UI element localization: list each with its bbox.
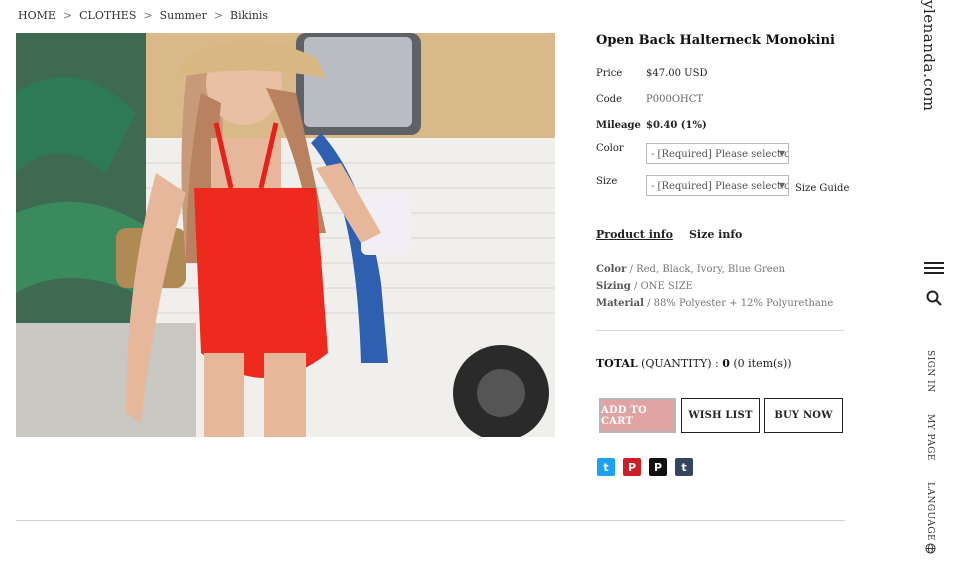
tab-size-info[interactable]: Size info [689, 228, 742, 241]
chevron-right-icon: > [143, 9, 153, 22]
product-tabs: Product info Size info [596, 228, 742, 241]
divider [596, 330, 844, 331]
spec-sizing-key: Sizing [596, 281, 631, 292]
spec-color-value: / Red, Black, Ivory, Blue Green [629, 264, 786, 275]
total-qty-label: (QUANTITY) : [641, 357, 719, 370]
language-link[interactable]: LANGUAGE [925, 482, 935, 541]
size-label: Size [596, 176, 618, 187]
breadcrumb-home[interactable]: HOME [18, 9, 56, 22]
globe-icon[interactable] [925, 543, 936, 554]
color-select-value: - [Required] Please select opt [651, 149, 789, 160]
add-to-cart-button[interactable]: ADD TO CART [599, 398, 676, 433]
code-value: P000OHCT [646, 94, 704, 105]
price-value: $47.00 USD [646, 68, 708, 79]
size-select-value: - [Required] Please select opt [651, 181, 789, 192]
sign-in-link[interactable]: SIGN IN [925, 350, 935, 393]
pinterest-icon[interactable]: P [623, 458, 641, 476]
total-items: (0 item(s)) [733, 357, 792, 370]
polyvore-icon[interactable]: P [649, 458, 667, 476]
breadcrumb-bikinis[interactable]: Bikinis [230, 9, 268, 22]
total-summary: TOTAL (QUANTITY) : 0 (0 item(s)) [596, 357, 792, 370]
chevron-right-icon: > [213, 9, 224, 22]
mileage-value: $0.40 (1%) [646, 120, 707, 131]
twitter-icon[interactable]: t [597, 458, 615, 476]
buy-now-button[interactable]: BUY NOW [764, 398, 843, 433]
breadcrumb: HOME > CLOTHES > Summer > Bikinis [18, 9, 268, 22]
chevron-down-icon: ▼ [778, 181, 785, 190]
breadcrumb-summer[interactable]: Summer [160, 9, 207, 22]
spec-sizing-value: / ONE SIZE [633, 281, 693, 292]
menu-icon[interactable] [924, 262, 944, 277]
mileage-row: Mileage $0.40 (1%) [596, 120, 707, 131]
mileage-label: Mileage [596, 120, 641, 131]
price-row: Price $47.00 USD [596, 68, 707, 79]
product-photo-illustration [16, 33, 555, 437]
chevron-down-icon: ▼ [778, 149, 785, 158]
spec-sizing: Sizing / ONE SIZE [596, 281, 693, 292]
spec-material-value: / 88% Polyester + 12% Polyurethane [647, 298, 834, 309]
color-select[interactable]: - [Required] Please select opt ▼ [646, 143, 789, 164]
wish-list-button[interactable]: WISH LIST [681, 398, 760, 433]
breadcrumb-clothes[interactable]: CLOTHES [79, 9, 136, 22]
size-guide-link[interactable]: Size Guide [795, 183, 849, 194]
price-label: Price [596, 68, 623, 79]
spec-color: Color / Red, Black, Ivory, Blue Green [596, 264, 785, 275]
size-select[interactable]: - [Required] Please select opt ▼ [646, 175, 789, 196]
spec-material-key: Material [596, 298, 644, 309]
total-label: TOTAL [596, 357, 638, 370]
brand-logo[interactable]: ylenanda.com [920, 0, 938, 111]
product-title: Open Back Halterneck Monokini [596, 33, 835, 48]
search-icon[interactable] [926, 290, 942, 306]
tumblr-icon[interactable]: t [675, 458, 693, 476]
total-qty: 0 [722, 357, 730, 370]
code-label: Code [596, 94, 622, 105]
spec-color-key: Color [596, 264, 627, 275]
product-image [16, 33, 555, 437]
footer-divider [16, 520, 845, 521]
chevron-right-icon: > [62, 9, 73, 22]
my-page-link[interactable]: MY PAGE [925, 414, 935, 461]
tab-product-info[interactable]: Product info [596, 228, 673, 241]
spec-material: Material / 88% Polyester + 12% Polyureth… [596, 298, 833, 309]
color-label: Color [596, 143, 624, 154]
code-row: Code P000OHCT [596, 94, 703, 105]
